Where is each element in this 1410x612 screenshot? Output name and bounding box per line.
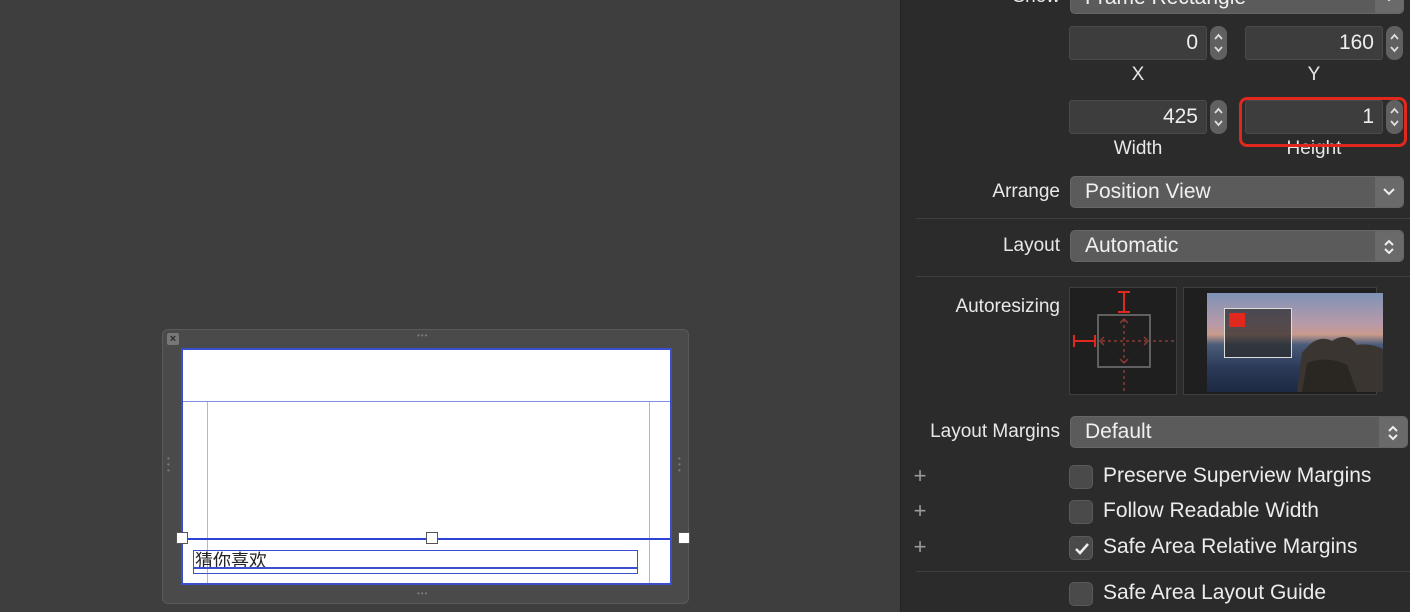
checkmark-icon	[1075, 543, 1089, 555]
width-label: Width	[1113, 138, 1163, 159]
preview-red-marker	[1229, 313, 1245, 327]
arrange-popup-value: Position View	[1085, 180, 1211, 203]
height-highlight	[1239, 97, 1407, 147]
safe-area-relative-margins-label: Safe Area Relative Margins	[1103, 535, 1358, 558]
x-field[interactable]: 0	[1069, 26, 1207, 60]
autoresizing-springs-icon	[1073, 291, 1174, 392]
storyboard-canvas[interactable]: × ••• ••• • • • • • • 猜你喜欢	[0, 0, 900, 612]
bottom-grip-icon: •••	[417, 589, 429, 598]
x-label: X	[1131, 64, 1145, 85]
divider	[916, 276, 1410, 277]
size-inspector: Show Frame Rectangle 0 160 X Y 425 1 Wid…	[900, 0, 1410, 612]
layout-margins-popup[interactable]: Default	[1070, 416, 1408, 448]
chevron-down-icon	[1375, 177, 1403, 207]
divider	[916, 571, 1410, 572]
right-grip-icon: • • •	[678, 454, 682, 475]
preserve-superview-margins-label: Preserve Superview Margins	[1103, 464, 1372, 487]
layout-label: Layout	[1002, 235, 1060, 256]
follow-readable-width-checkbox[interactable]	[1069, 500, 1093, 524]
layout-margins-label: Layout Margins	[930, 421, 1060, 442]
top-grip-icon: •••	[417, 331, 429, 340]
width-stepper[interactable]	[1210, 100, 1227, 134]
left-grip-icon: • • •	[167, 454, 171, 475]
preserve-superview-margins-checkbox[interactable]	[1069, 465, 1093, 489]
scene-container[interactable]: × ••• ••• • • • • • • 猜你喜欢	[162, 329, 690, 604]
preview-view-rect	[1224, 308, 1292, 358]
preview-wallpaper-image	[1207, 293, 1383, 392]
arrange-label: Arrange	[992, 181, 1060, 202]
x-stepper[interactable]	[1210, 26, 1227, 60]
show-popup-value: Frame Rectangle	[1085, 0, 1246, 10]
autoresizing-preview	[1183, 287, 1383, 395]
title-label[interactable]: 猜你喜欢	[193, 550, 638, 574]
resize-handle-right[interactable]	[678, 532, 690, 544]
right-margin-guide	[649, 402, 650, 583]
safe-area-relative-margins-checkbox[interactable]	[1069, 536, 1093, 560]
title-label-text: 猜你喜欢	[195, 551, 267, 572]
safe-area-layout-guide-label: Safe Area Layout Guide	[1103, 581, 1326, 604]
up-down-chevron-icon	[1379, 417, 1407, 447]
show-popup[interactable]: Frame Rectangle	[1070, 0, 1404, 14]
label-underline	[193, 567, 638, 569]
scene-close-icon[interactable]: ×	[167, 333, 179, 345]
plus-icon[interactable]: +	[909, 498, 931, 524]
plus-icon[interactable]: +	[909, 534, 931, 560]
header-area	[183, 350, 670, 402]
width-field[interactable]: 425	[1069, 100, 1207, 134]
plus-icon[interactable]: +	[909, 463, 931, 489]
autoresizing-label: Autoresizing	[955, 296, 1060, 317]
layout-popup[interactable]: Automatic	[1070, 230, 1404, 262]
safe-area-layout-guide-checkbox[interactable]	[1069, 582, 1093, 606]
table-cell-view[interactable]: 猜你喜欢	[181, 348, 672, 585]
divider	[916, 218, 1410, 219]
y-label: Y	[1307, 64, 1321, 85]
arrange-popup[interactable]: Position View	[1070, 176, 1404, 208]
follow-readable-width-label: Follow Readable Width	[1103, 499, 1319, 522]
up-down-chevron-icon	[1375, 231, 1403, 261]
chevron-down-icon	[1375, 0, 1403, 13]
y-stepper[interactable]	[1386, 26, 1403, 60]
autoresizing-mask-editor[interactable]	[1069, 287, 1177, 395]
resize-handle-center[interactable]	[426, 532, 438, 544]
y-field[interactable]: 160	[1245, 26, 1383, 60]
resize-handle-left[interactable]	[176, 532, 188, 544]
layout-margins-popup-value: Default	[1085, 420, 1152, 443]
layout-popup-value: Automatic	[1085, 234, 1179, 257]
show-label: Show	[901, 0, 1060, 8]
